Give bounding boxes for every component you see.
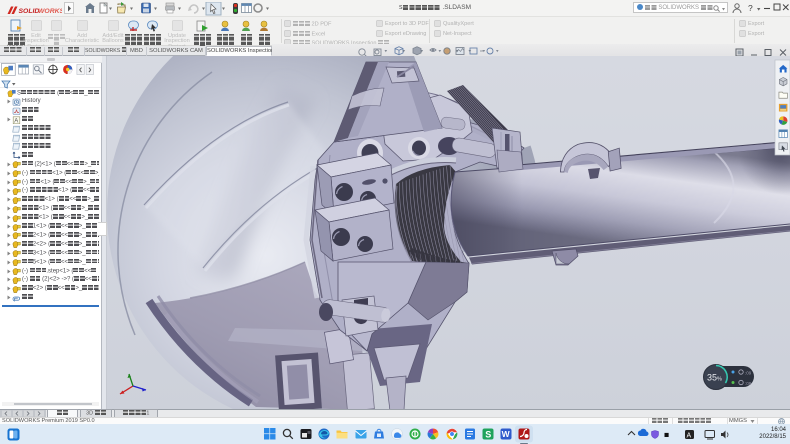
svg-text:A: A [687,432,692,439]
svg-text:S: S [485,429,491,439]
svg-text:A: A [14,118,18,124]
svg-text:?: ? [748,3,753,13]
svg-text:SOLID: SOLID [19,8,40,15]
svg-text:WORKS: WORKS [38,8,62,15]
svg-text::09: :09 [745,371,752,376]
svg-text:W: W [502,429,511,439]
svg-text::09: :09 [745,381,752,386]
svg-text:■: ■ [664,430,669,440]
